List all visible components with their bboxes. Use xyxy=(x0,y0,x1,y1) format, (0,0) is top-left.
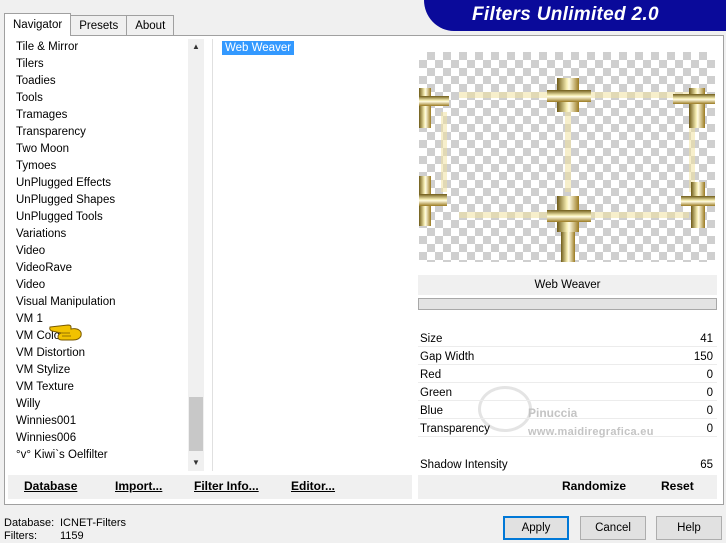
category-item[interactable]: VM Distortion xyxy=(8,345,188,362)
watermark-url: www.maidiregrafica.eu xyxy=(528,426,654,438)
category-item[interactable]: VideoRave xyxy=(8,260,188,277)
import-button[interactable]: Import... xyxy=(115,479,162,493)
left-button-bar: Database Import... Filter Info... Editor… xyxy=(8,475,412,499)
category-item[interactable]: Transparency xyxy=(8,124,188,141)
category-item[interactable]: UnPlugged Effects xyxy=(8,175,188,192)
param-row-red[interactable]: Red 0 xyxy=(418,366,717,384)
watermark-name: Pinuccia xyxy=(528,406,578,420)
reset-button[interactable]: Reset xyxy=(661,479,694,493)
param-row-shadow-intensity[interactable]: Shadow Intensity 65 xyxy=(418,456,717,474)
category-item[interactable]: Tramages xyxy=(8,107,188,124)
filter-name-label: Web Weaver xyxy=(418,275,717,295)
category-item[interactable]: Toadies xyxy=(8,73,188,90)
filter-list[interactable]: Web Weaver xyxy=(212,39,413,471)
param-label: Transparency xyxy=(420,423,490,435)
scroll-down-icon[interactable]: ▼ xyxy=(188,455,204,471)
category-item[interactable]: Tymoes xyxy=(8,158,188,175)
category-item[interactable]: Video xyxy=(8,277,188,294)
category-item[interactable]: Variations xyxy=(8,226,188,243)
tab-presets[interactable]: Presets xyxy=(70,15,128,36)
category-item[interactable]: Tilers xyxy=(8,56,188,73)
param-row-size[interactable]: Size 41 xyxy=(418,330,717,348)
param-label: Red xyxy=(420,369,442,381)
category-item[interactable]: Winnies001 xyxy=(8,413,188,430)
database-label: Database: xyxy=(4,517,55,529)
category-item-vm1[interactable]: VM 1 xyxy=(8,311,188,328)
category-item[interactable]: Tools xyxy=(8,90,188,107)
cancel-button[interactable]: Cancel xyxy=(580,516,646,540)
database-button[interactable]: Database xyxy=(24,479,77,493)
filter-info-button[interactable]: Filter Info... xyxy=(194,479,259,493)
category-item[interactable]: Visual Manipulation xyxy=(8,294,188,311)
apply-button[interactable]: Apply xyxy=(503,516,569,540)
filter-progress-bar xyxy=(418,298,717,310)
scroll-up-icon[interactable]: ▲ xyxy=(188,39,204,55)
category-item[interactable]: UnPlugged Tools xyxy=(8,209,188,226)
editor-button[interactable]: Editor... xyxy=(291,479,335,493)
param-label: Gap Width xyxy=(420,351,475,363)
scroll-thumb[interactable] xyxy=(189,397,203,451)
category-list[interactable]: Tile & Mirror Tilers Toadies Tools Trama… xyxy=(8,39,188,471)
tab-navigator[interactable]: Navigator xyxy=(4,13,72,36)
param-label: Size xyxy=(420,333,443,345)
parameter-list: Size 41 Gap Width 150 Red 0 Green 0 Blue 0 Tr… xyxy=(418,330,717,438)
param-row-green[interactable]: Green 0 xyxy=(418,384,717,402)
tab-bar: Navigator Presets About xyxy=(4,13,175,36)
banner-title: Filters Unlimited 2.0 xyxy=(472,4,659,25)
category-item[interactable]: Winnies006 xyxy=(8,430,188,447)
param-label: Green xyxy=(420,387,452,399)
category-item[interactable]: Video xyxy=(8,243,188,260)
category-item[interactable]: Willy xyxy=(8,396,188,413)
right-button-bar: Randomize Reset xyxy=(418,475,717,499)
filter-preview xyxy=(419,52,715,262)
status-info: Database: ICNET-Filters Filters: 1159 xyxy=(4,517,126,543)
category-item[interactable]: Tile & Mirror xyxy=(8,39,188,56)
category-item[interactable]: Two Moon xyxy=(8,141,188,158)
tab-about[interactable]: About xyxy=(126,15,175,36)
param-label: Shadow Intensity xyxy=(420,459,508,471)
category-scrollbar[interactable]: ▲ ▼ xyxy=(188,39,204,471)
database-value: ICNET-Filters xyxy=(60,517,126,529)
param-label: Blue xyxy=(420,405,444,417)
help-button[interactable]: Help xyxy=(656,516,722,540)
filter-item-selected[interactable]: Web Weaver xyxy=(222,41,295,55)
filters-count-label: Filters: xyxy=(4,530,37,542)
category-item[interactable]: VM Colorize xyxy=(8,328,188,345)
category-item[interactable]: VM Stylize xyxy=(8,362,188,379)
category-item[interactable]: VM Texture xyxy=(8,379,188,396)
randomize-button[interactable]: Randomize xyxy=(562,479,626,493)
category-item[interactable]: °v° Kiwi`s Oelfilter xyxy=(8,447,188,464)
pointing-hand-icon xyxy=(49,324,82,341)
category-item[interactable]: UnPlugged Shapes xyxy=(8,192,188,209)
filters-count-value: 1159 xyxy=(60,530,84,542)
param-row-gap-width[interactable]: Gap Width 150 xyxy=(418,348,717,366)
param-value: 65 xyxy=(700,459,713,471)
